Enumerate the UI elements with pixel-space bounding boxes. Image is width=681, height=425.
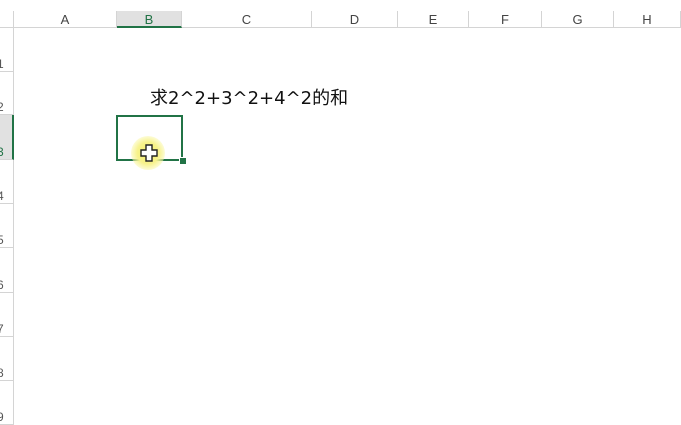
row-number: 3 xyxy=(0,145,4,159)
row-number: 1 xyxy=(0,57,4,71)
column-header-a[interactable]: A xyxy=(14,11,117,28)
row-number: 7 xyxy=(0,322,4,336)
row-number: 9 xyxy=(0,410,4,424)
row-header-5[interactable]: 5 xyxy=(0,204,14,248)
row-header-1[interactable]: 1 xyxy=(0,28,14,72)
row-header-8[interactable]: 8 xyxy=(0,337,14,381)
row-number: 8 xyxy=(0,366,4,380)
row-header-9[interactable]: 9 xyxy=(0,381,14,425)
row-number: 6 xyxy=(0,278,4,292)
row-header-2[interactable]: 2 xyxy=(0,72,14,115)
row-number: 5 xyxy=(0,233,4,247)
column-header-b[interactable]: B xyxy=(117,11,182,28)
row-header-7[interactable]: 7 xyxy=(0,293,14,337)
row-number: 4 xyxy=(0,189,4,203)
column-header-g[interactable]: G xyxy=(542,11,614,28)
row-header-6[interactable]: 6 xyxy=(0,248,14,293)
column-header-c[interactable]: C xyxy=(182,11,312,28)
column-header-e[interactable]: E xyxy=(398,11,469,28)
select-all-corner[interactable] xyxy=(0,11,14,28)
row-number: 2 xyxy=(0,100,4,114)
cell-b2-text[interactable]: 求2^2+3^2+4^2的和 xyxy=(150,84,348,110)
ribbon-edge xyxy=(0,0,681,11)
column-header-h[interactable]: H xyxy=(614,11,681,28)
spreadsheet-grid[interactable]: A B C D E F G H 1 2 3 4 5 6 7 8 9 求2^2+3… xyxy=(0,0,681,425)
row-header-4[interactable]: 4 xyxy=(0,160,14,204)
column-header-f[interactable]: F xyxy=(469,11,542,28)
fill-handle[interactable] xyxy=(179,157,187,165)
cell-select-cross-icon xyxy=(140,144,158,162)
row-header-3[interactable]: 3 xyxy=(0,115,14,160)
column-header-d[interactable]: D xyxy=(312,11,398,28)
